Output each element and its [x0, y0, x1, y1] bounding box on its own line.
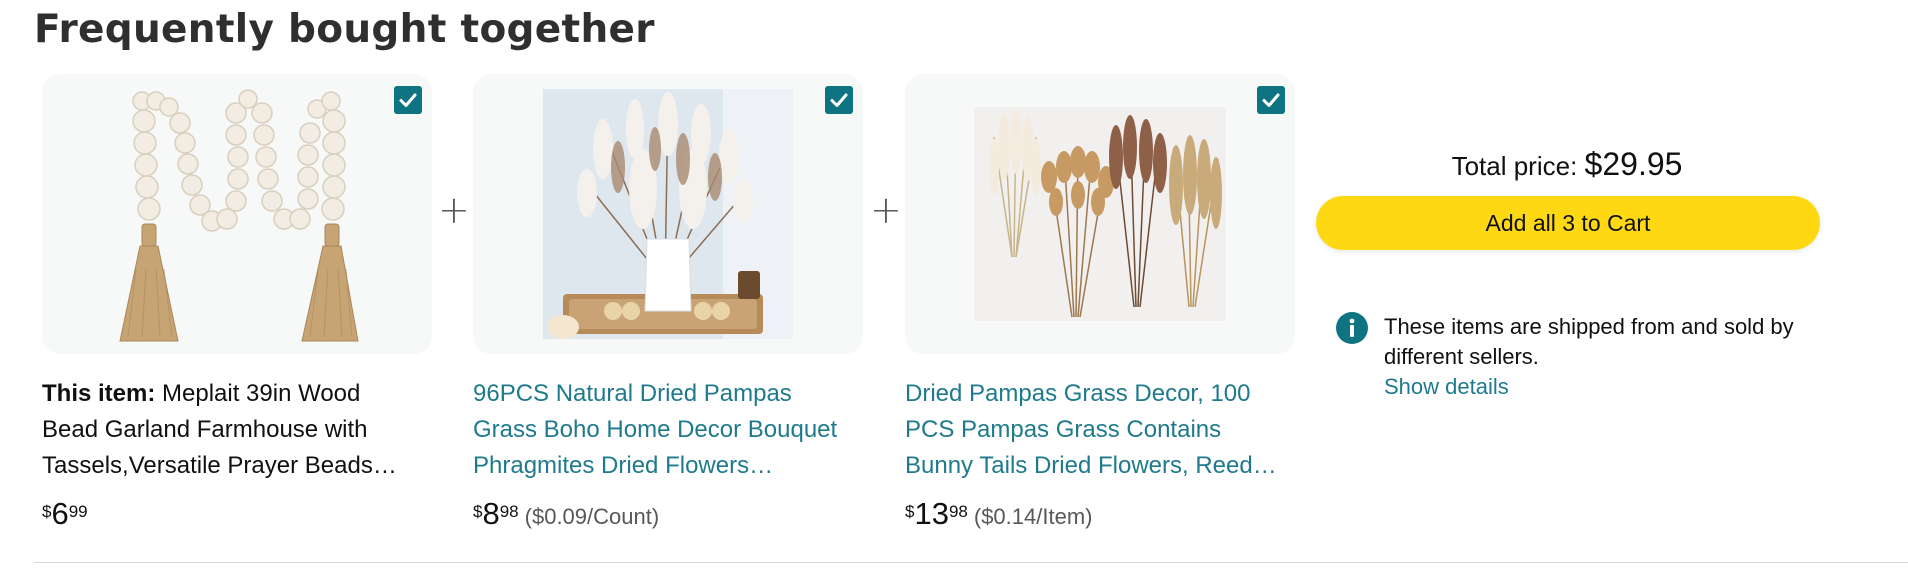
price-currency: $	[42, 502, 52, 521]
dried-pampas-bunches-image	[974, 107, 1226, 321]
seller-notice-line: These items are shipped from and sold by	[1384, 314, 1794, 339]
add-all-to-cart-button[interactable]: Add all 3 to Cart	[1316, 196, 1820, 250]
product-image-card-1[interactable]	[42, 74, 432, 354]
unit-price: ($0.09/Count)	[524, 504, 660, 529]
price-whole: 13	[914, 496, 949, 531]
product-title-line: This item: Meplait 39in Wood	[42, 376, 442, 412]
price-currency: $	[905, 502, 915, 521]
product-title-line[interactable]: Bunny Tails Dried Flowers, Reed…	[905, 448, 1305, 484]
section-title: Frequently bought together	[34, 7, 655, 52]
show-details-link[interactable]: Show details	[1384, 372, 1509, 402]
total-price-label: Total price:	[1451, 151, 1578, 181]
product-title-line[interactable]: Phragmites Dried Flowers…	[473, 448, 873, 484]
product-price-3: $1398 ($0.14/Item)	[905, 494, 1092, 537]
this-item-label: This item:	[42, 380, 156, 407]
product-title-line[interactable]: Grass Boho Home Decor Bouquet	[473, 412, 873, 448]
unit-price: ($0.14/Item)	[973, 504, 1093, 529]
product-price-2: $898 ($0.09/Count)	[473, 494, 659, 537]
product-title-line: Tassels,Versatile Prayer Beads…	[42, 452, 397, 479]
seller-notice-line: different sellers.	[1384, 344, 1539, 369]
product-title-2[interactable]: 96PCS Natural Dried Pampas Grass Boho Ho…	[473, 376, 873, 484]
checkbox-checked-icon[interactable]	[825, 86, 853, 114]
info-icon	[1336, 312, 1368, 344]
product-title-line[interactable]: 96PCS Natural Dried Pampas	[473, 376, 873, 412]
checkbox-checked-icon[interactable]	[394, 86, 422, 114]
seller-notice: These items are shipped from and sold by…	[1384, 312, 1844, 402]
price-whole: 8	[482, 496, 500, 531]
product-title-line: Bead Garland Farmhouse with	[42, 416, 368, 443]
price-fraction: 98	[948, 502, 968, 521]
checkbox-checked-icon[interactable]	[1257, 86, 1285, 114]
price-currency: $	[473, 502, 483, 521]
plus-separator-2: +	[870, 188, 902, 232]
price-fraction: 99	[68, 502, 88, 521]
product-title-1[interactable]: This item: Meplait 39in Wood Bead Garlan…	[42, 376, 442, 484]
pampas-bouquet-image	[543, 89, 793, 339]
product-image-card-3[interactable]	[905, 74, 1295, 354]
price-whole: 6	[51, 496, 69, 531]
price-fraction: 98	[499, 502, 519, 521]
total-price: Total price: $29.95	[1317, 146, 1817, 183]
product-title-line[interactable]: PCS Pampas Grass Contains	[905, 412, 1305, 448]
total-price-value: $29.95	[1584, 146, 1683, 182]
plus-separator-1: +	[438, 188, 470, 232]
bead-garland-image	[119, 89, 359, 342]
product-title-text: Meplait 39in Wood	[162, 380, 361, 407]
section-divider	[34, 562, 1908, 563]
product-price-1: $699	[42, 494, 88, 534]
product-title-3[interactable]: Dried Pampas Grass Decor, 100 PCS Pampas…	[905, 376, 1305, 484]
product-title-line[interactable]: Dried Pampas Grass Decor, 100	[905, 376, 1305, 412]
product-image-card-2[interactable]	[473, 74, 863, 354]
